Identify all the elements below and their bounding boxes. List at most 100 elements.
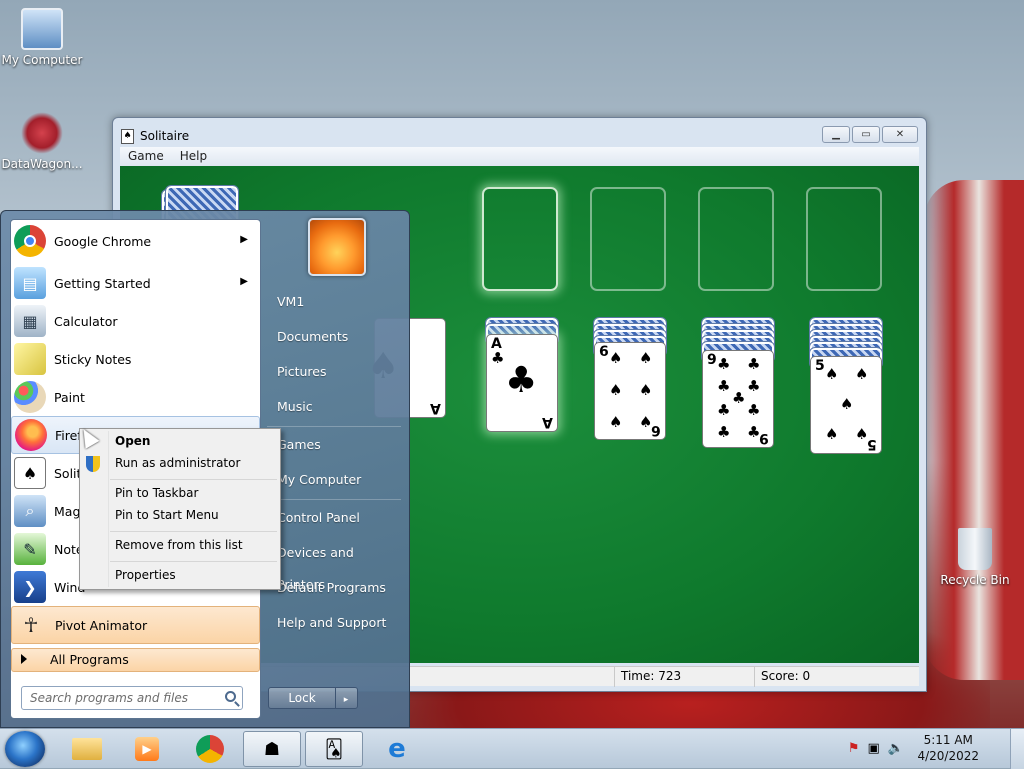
submenu-arrow-icon: ▶ (240, 276, 248, 287)
start-item-label: Getting Started (54, 275, 151, 291)
search-placeholder: Search programs and files (30, 691, 188, 705)
all-programs-button[interactable]: All Programs (11, 648, 260, 672)
card-rank: 9 (759, 430, 769, 446)
taskbar-explorer[interactable] (58, 731, 116, 767)
context-item-run-as-administrator[interactable]: Run as administrator (82, 452, 278, 474)
window-title: Solitaire (140, 129, 190, 143)
taskbar-internet-explorer[interactable]: e (368, 731, 426, 767)
wallpaper-santa (924, 180, 1024, 680)
volume-icon[interactable]: 🔈 (888, 741, 904, 756)
spade-pip: ♠ (609, 413, 623, 431)
card-rank: 6 (651, 422, 661, 438)
start-link-control-panel[interactable]: Control Panel (267, 502, 401, 534)
clock-date: 4/20/2022 (917, 749, 979, 763)
start-item-label: Calculator (54, 313, 118, 329)
taskbar-java-app[interactable]: ☗ (243, 731, 301, 767)
start-link-documents[interactable]: Documents (267, 321, 401, 353)
context-item-properties[interactable]: Properties (82, 564, 278, 586)
spade-pip: ♠ (609, 349, 623, 367)
club-pip: ♣ (747, 355, 761, 373)
taskbar-chrome[interactable] (181, 731, 239, 767)
start-item-getting-started[interactable]: ▤ Getting Started ▶ (11, 264, 260, 302)
taskbar-media-player[interactable]: ▶ (118, 731, 176, 767)
solitaire-icon: ♠ (14, 457, 46, 489)
getting-started-icon: ▤ (14, 267, 46, 299)
context-item-remove-from-list[interactable]: Remove from this list (82, 534, 278, 556)
internet-explorer-icon: e (388, 734, 406, 764)
desktop-icon-datawagon[interactable]: DataWagon... (0, 112, 84, 171)
maximize-button[interactable]: ▭ (852, 126, 880, 143)
shutdown-options-arrow-icon[interactable]: ▸ (336, 690, 356, 710)
java-app-icon: ☗ (263, 738, 281, 760)
card-six-of-spades[interactable]: 6 ♠ ♠ ♠ ♠ ♠ ♠ 6 (594, 342, 666, 440)
close-button[interactable]: ✕ (882, 126, 918, 143)
all-programs-label: All Programs (50, 652, 129, 667)
taskbar-solitaire[interactable]: 🂡 (305, 731, 363, 767)
club-pip: ♣ (732, 389, 746, 407)
context-item-pin-to-start-menu[interactable]: Pin to Start Menu (82, 504, 278, 526)
search-input[interactable]: Search programs and files (21, 686, 243, 710)
start-item-label: Sticky Notes (54, 351, 132, 367)
foundation-slot-2[interactable] (590, 187, 666, 291)
start-link-help-and-support[interactable]: Help and Support (267, 607, 401, 639)
start-item-calculator[interactable]: ▦ Calculator (11, 302, 260, 340)
computer-icon (21, 8, 63, 50)
powershell-icon: ❯ (14, 571, 46, 603)
network-icon[interactable]: ▣ (868, 741, 880, 756)
start-link-pictures[interactable]: Pictures (267, 356, 401, 388)
start-item-label: Paint (54, 389, 85, 405)
spade-pip: ♠ (609, 381, 623, 399)
start-link-devices-and-printers[interactable]: Devices and Printers (267, 537, 401, 592)
menu-help[interactable]: Help (172, 147, 215, 166)
card-five-of-spades[interactable]: 5 ♠ ♠ ♠ ♠ ♠ 5 (810, 356, 882, 454)
context-menu: Open Run as administrator Pin to Taskbar… (79, 428, 281, 590)
foundation-slot-3[interactable] (698, 187, 774, 291)
foundation-slot-4[interactable] (806, 187, 882, 291)
user-avatar[interactable] (308, 218, 366, 276)
start-button[interactable] (5, 731, 45, 767)
start-item-pivot-animator[interactable]: ☥ Pivot Animator (11, 606, 260, 644)
lock-button[interactable]: Lock ▸ (268, 687, 358, 709)
start-link-my-computer[interactable]: My Computer (267, 464, 401, 496)
minimize-button[interactable]: ▁ (822, 126, 850, 143)
start-item-sticky-notes[interactable]: Sticky Notes (11, 340, 260, 378)
start-item-paint[interactable]: Paint (11, 378, 260, 416)
start-link-default-programs[interactable]: Default Programs (267, 572, 401, 604)
clock[interactable]: 5:11 AM 4/20/2022 (917, 732, 979, 764)
club-pip: ♣ (747, 401, 761, 419)
magnifier-icon: ⌕ (14, 495, 46, 527)
foundation-slot-1[interactable] (482, 187, 558, 291)
card-nine-of-clubs[interactable]: 9 ♣ ♣ ♣ ♣ ♣ ♣ ♣ ♣ ♣ 9 (702, 350, 774, 448)
separator (110, 479, 277, 480)
submenu-arrow-icon: ▶ (240, 234, 248, 245)
arrow-right-icon (21, 654, 27, 664)
context-item-pin-to-taskbar[interactable]: Pin to Taskbar (82, 482, 278, 504)
separator (267, 499, 401, 500)
start-link-games[interactable]: Games (267, 429, 401, 461)
chrome-icon (196, 735, 224, 763)
menu-game[interactable]: Game (120, 147, 172, 166)
show-desktop-button[interactable] (1010, 729, 1024, 769)
spade-pip: ♠ (825, 425, 839, 443)
separator (110, 561, 277, 562)
context-item-open[interactable]: Open (82, 430, 278, 452)
start-item-google-chrome[interactable]: Google Chrome ▶ (11, 222, 260, 260)
card-ace-of-clubs[interactable]: A ♣ ♣ A (486, 334, 558, 432)
desktop-icon-label: Recycle Bin (940, 573, 1010, 587)
desktop-icon-my-computer[interactable]: My Computer (0, 8, 84, 67)
recycle-bin-icon (958, 528, 992, 570)
spade-pip: ♠ (855, 365, 869, 383)
spade-pip: ♠ (825, 365, 839, 383)
clock-time: 5:11 AM (923, 733, 973, 747)
start-link-music[interactable]: Music (267, 391, 401, 423)
desktop-icon-recycle-bin[interactable]: Recycle Bin (933, 528, 1017, 587)
club-pip: ♣ (717, 401, 731, 419)
window-titlebar[interactable]: ♠ Solitaire (121, 126, 189, 146)
start-item-label: Google Chrome (54, 233, 152, 249)
start-link-user[interactable]: VM1 (267, 286, 401, 318)
spade-pip: ♠ (639, 381, 653, 399)
club-pip: ♣ (505, 360, 538, 401)
separator (267, 426, 401, 427)
action-center-flag-icon[interactable]: ⚑ (848, 741, 860, 756)
calculator-icon: ▦ (14, 305, 46, 337)
